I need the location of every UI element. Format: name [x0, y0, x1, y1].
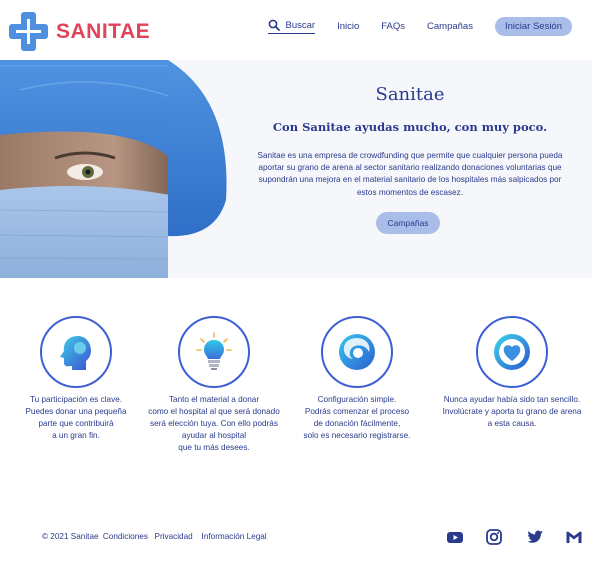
hero-section: Sanitae Con Sanitae ayudas mucho, con mu…	[0, 60, 592, 278]
hero-title: Sanitae	[375, 84, 445, 105]
hero-subtitle: Con Sanitae ayudas mucho, con muy poco.	[272, 120, 548, 134]
medical-cross-icon	[9, 12, 48, 51]
login-button[interactable]: Iniciar Sesión	[494, 17, 572, 36]
site-header: SANITAE Buscar Inicio FAQs Campañas Inic…	[0, 0, 592, 58]
head-icon	[40, 316, 112, 388]
hero-image	[0, 60, 230, 278]
feature-item: Nunca ayudar había sido tan sencillo. In…	[438, 316, 586, 430]
footer-link-privacidad[interactable]: Privacidad	[154, 532, 192, 541]
twitter-icon[interactable]	[525, 527, 545, 547]
feature-item: Tu participación es clave. Puedes donar …	[2, 316, 150, 442]
logo-text: SANITAE	[56, 19, 151, 43]
nav-link-faqs[interactable]: FAQs	[381, 21, 405, 32]
nav-link-inicio[interactable]: Inicio	[337, 21, 359, 32]
feature-item: Tanto el material a donar como el hospit…	[140, 316, 288, 454]
search-label: Buscar	[285, 19, 316, 31]
campaigns-button[interactable]: Campañas	[376, 212, 440, 234]
search-icon	[269, 19, 281, 31]
feature-text: Nunca ayudar había sido tan sencillo. In…	[442, 395, 582, 428]
lightbulb-icon	[178, 316, 250, 388]
nav-link-campanas[interactable]: Campañas	[427, 21, 473, 32]
heart-icon	[476, 316, 548, 388]
youtube-icon[interactable]	[445, 527, 465, 547]
feature-text: Tanto el material a donar como el hospit…	[148, 395, 280, 452]
feature-text: Configuración simple. Podrás comenzar el…	[303, 395, 411, 440]
site-footer: © 2021 Sanitae Condiciones Privacidad In…	[0, 524, 592, 554]
hero-description: Sanitae es una empresa de crowdfunding q…	[257, 151, 563, 197]
footer-link-condiciones[interactable]: Condiciones	[103, 532, 148, 541]
footer-link-legal[interactable]: Información Legal	[202, 532, 267, 541]
footer-text: © 2021 Sanitae Condiciones Privacidad In…	[42, 532, 269, 541]
search-link[interactable]: Buscar	[268, 19, 316, 34]
instagram-icon[interactable]	[484, 527, 504, 547]
features-section: Tu participación es clave. Puedes donar …	[0, 316, 592, 466]
gmail-icon[interactable]	[564, 527, 584, 547]
feature-text: Tu participación es clave. Puedes donar …	[25, 395, 127, 440]
main-nav: Buscar Inicio FAQs Campañas Iniciar Sesi…	[268, 17, 572, 36]
swirl-icon	[321, 316, 393, 388]
logo[interactable]: SANITAE	[9, 12, 150, 51]
copyright-text: © 2021 Sanitae	[42, 532, 99, 541]
feature-item: Configuración simple. Podrás comenzar el…	[283, 316, 431, 442]
hero-content: Sanitae Con Sanitae ayudas mucho, con mu…	[240, 60, 580, 278]
doctor-photo	[0, 60, 230, 278]
